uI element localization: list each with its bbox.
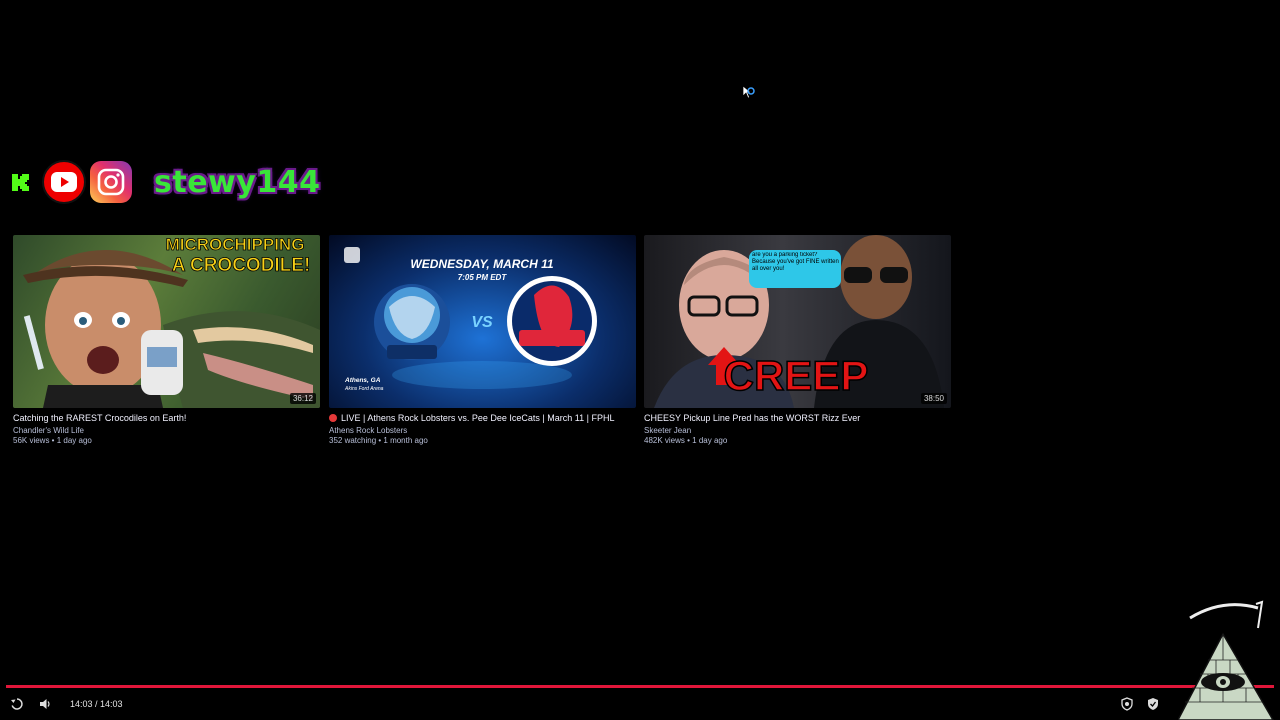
video-card[interactable]: are you a parking ticket? Because you've… xyxy=(644,235,952,446)
video-thumbnail[interactable]: are you a parking ticket? Because you've… xyxy=(644,235,951,408)
video-meta: 482K views • 1 day ago xyxy=(644,436,728,445)
svg-text:CREEP: CREEP xyxy=(724,352,869,399)
video-channel[interactable]: Chandler's Wild Life xyxy=(13,426,321,436)
instagram-icon xyxy=(90,161,132,203)
thumbnail-art: WEDNESDAY, MARCH 11 7:05 PM EDT VS Athen… xyxy=(344,247,597,392)
svg-text:Akins Ford Arena: Akins Ford Arena xyxy=(344,386,384,392)
video-thumbnail[interactable]: WEDNESDAY, MARCH 11 7:05 PM EDT VS Athen… xyxy=(329,235,636,408)
video-title[interactable]: LIVE | Athens Rock Lobsters vs. Pee Dee … xyxy=(329,413,637,423)
kick-icon xyxy=(12,174,29,191)
video-meta: 352 watching • 1 month ago xyxy=(329,436,428,445)
loading-cursor-icon xyxy=(742,85,755,99)
video-card[interactable]: MICROCHIPPING A CROCODILE! 36:12 Catchin… xyxy=(13,235,321,446)
progress-bar[interactable] xyxy=(6,685,1274,688)
video-meta: 56K views • 1 day ago xyxy=(13,436,92,445)
video-title[interactable]: Catching the RAREST Crocodiles on Earth! xyxy=(13,413,321,423)
thumbnail-art: MICROCHIPPING A CROCODILE! xyxy=(23,235,320,408)
shield-check-icon[interactable] xyxy=(1146,697,1160,711)
volume-icon[interactable] xyxy=(38,697,52,711)
player-controls xyxy=(0,690,1280,720)
svg-text:MICROCHIPPING: MICROCHIPPING xyxy=(166,235,305,254)
video-channel[interactable]: Skeeter Jean xyxy=(644,426,952,436)
video-title[interactable]: CHEESY Pickup Line Pred has the WORST Ri… xyxy=(644,413,952,423)
time-display: 14:03 / 14:03 xyxy=(70,699,123,709)
video-card[interactable]: WEDNESDAY, MARCH 11 7:05 PM EDT VS Athen… xyxy=(329,235,637,446)
svg-text:VS: VS xyxy=(471,314,493,331)
svg-text:7:05 PM EDT: 7:05 PM EDT xyxy=(458,273,508,282)
replay-icon[interactable] xyxy=(10,697,24,711)
shield-icon[interactable] xyxy=(1120,697,1134,711)
pyramid-logo-icon xyxy=(1178,600,1274,720)
svg-text:A CROCODILE!: A CROCODILE! xyxy=(172,255,311,276)
username-text: stewy144 xyxy=(154,164,321,200)
live-indicator-icon xyxy=(329,414,337,422)
thumbnail-art: are you a parking ticket? Because you've… xyxy=(654,235,944,408)
video-channel[interactable]: Athens Rock Lobsters xyxy=(329,426,637,436)
video-duration: 36:12 xyxy=(289,393,316,404)
social-bar: stewy144 xyxy=(10,160,320,204)
video-duration: 38:50 xyxy=(920,393,947,404)
svg-text:Athens, GA: Athens, GA xyxy=(344,377,381,384)
video-thumbnail[interactable]: MICROCHIPPING A CROCODILE! 36:12 xyxy=(13,235,320,408)
svg-text:WEDNESDAY, MARCH 11: WEDNESDAY, MARCH 11 xyxy=(410,257,553,271)
youtube-icon xyxy=(42,160,86,204)
